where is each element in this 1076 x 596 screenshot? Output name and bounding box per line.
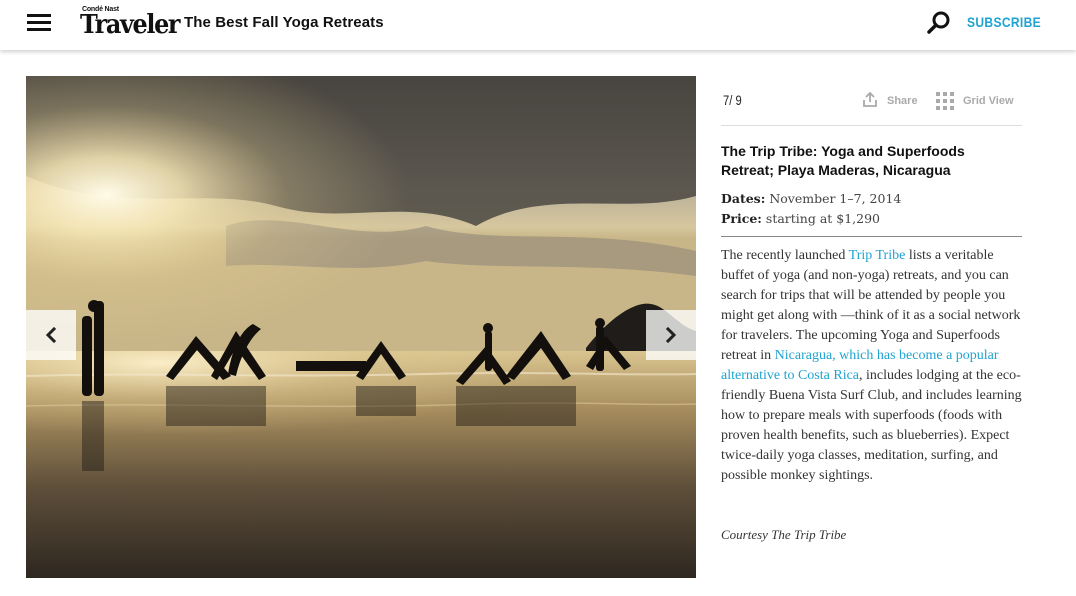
dates-label: Dates: <box>721 191 766 206</box>
dates-line: Dates: November 1–7, 2014 <box>721 191 901 206</box>
hamburger-line <box>27 28 51 31</box>
hamburger-icon[interactable] <box>27 14 53 32</box>
grid-icon <box>936 92 954 110</box>
slide-title: The Trip Tribe: Yoga and Superfoods Retr… <box>721 143 965 178</box>
photo-credit: Courtesy The Trip Tribe <box>721 527 847 542</box>
share-label: Share <box>887 95 918 107</box>
trip-tribe-link[interactable]: Trip Tribe <box>849 248 906 263</box>
grid-view-label: Grid View <box>963 95 1014 107</box>
description-text: The recently launched <box>721 248 849 263</box>
divider <box>721 125 1022 126</box>
slide-counter: 7/ 9 <box>723 92 742 108</box>
price-label: Price: <box>721 211 762 226</box>
logo-wordmark: Traveler <box>80 10 181 40</box>
search-icon[interactable] <box>926 10 952 36</box>
site-logo[interactable]: Condé Nast Traveler <box>80 6 181 40</box>
hamburger-line <box>27 21 51 24</box>
subscribe-link[interactable]: SUBSCRIBE <box>967 14 1041 30</box>
chevron-right-icon <box>665 327 677 343</box>
beach-sunset-photo <box>26 76 696 578</box>
gallery-slide-image <box>26 76 696 578</box>
share-icon <box>863 92 877 107</box>
price-value: starting at $1,290 <box>765 211 881 226</box>
page-title: The Best Fall Yoga Retreats <box>184 14 384 31</box>
previous-slide-button[interactable] <box>26 310 76 360</box>
dates-value: November 1–7, 2014 <box>769 191 902 206</box>
description-text: lists a veritable buffet of yoga (and no… <box>721 248 1021 363</box>
chevron-left-icon <box>45 327 57 343</box>
next-slide-button[interactable] <box>646 310 696 360</box>
divider <box>721 236 1022 237</box>
top-navigation-bar: Condé Nast Traveler The Best Fall Yoga R… <box>0 0 1076 50</box>
slide-description: The recently launched Trip Tribe lists a… <box>721 246 1023 486</box>
hamburger-line <box>27 14 51 17</box>
price-line: Price: starting at $1,290 <box>721 211 880 226</box>
description-text: , includes lodging at the eco-friendly B… <box>721 368 1022 483</box>
